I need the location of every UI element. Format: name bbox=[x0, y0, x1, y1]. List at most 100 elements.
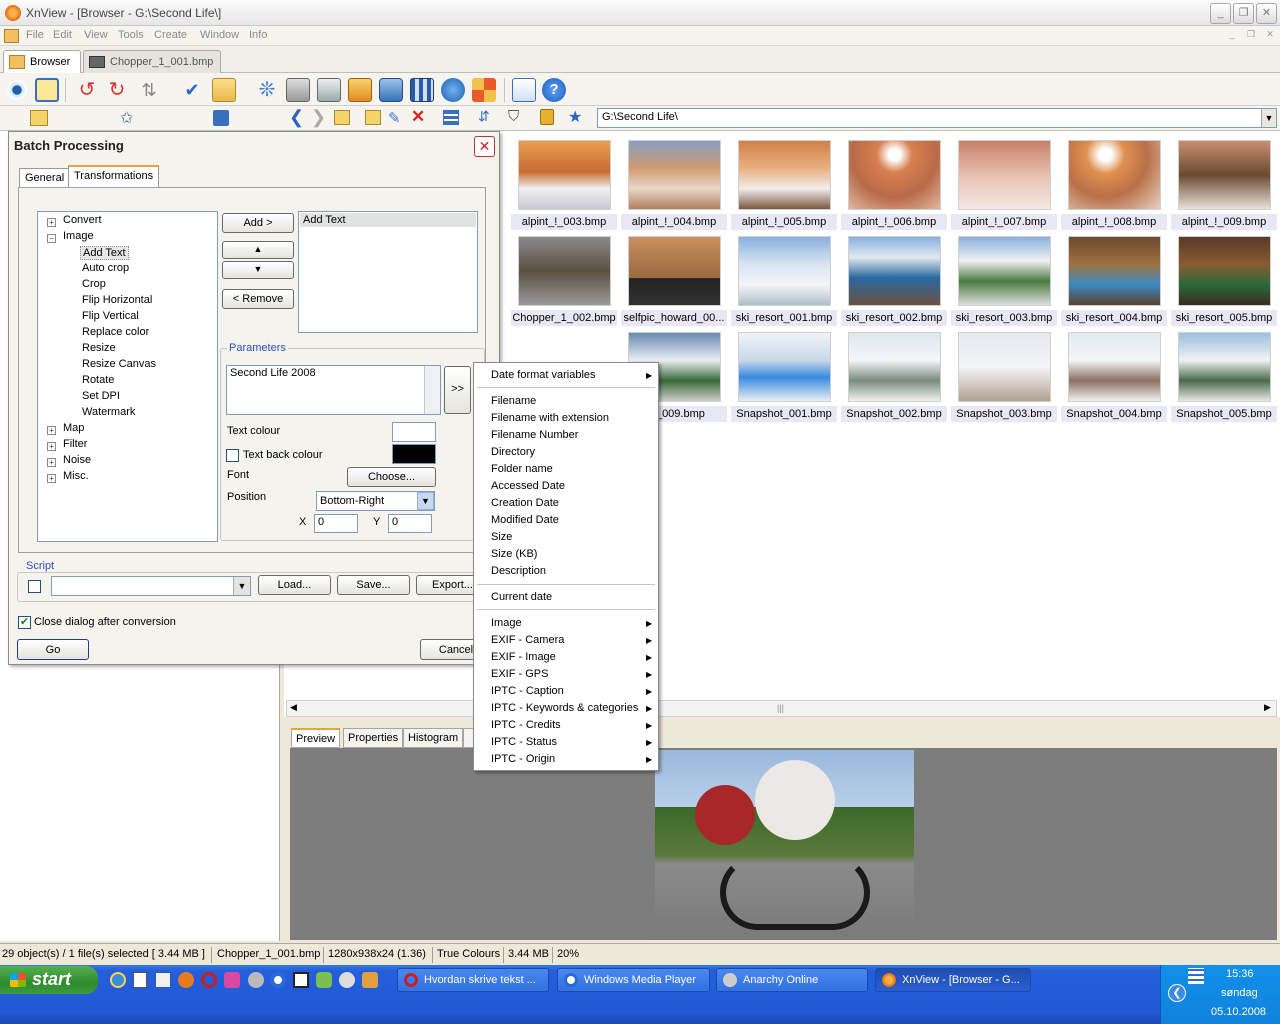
rotate-left-icon[interactable]: ↺ bbox=[75, 78, 99, 102]
scroll-right-arrow-icon[interactable]: ▶ bbox=[1264, 702, 1271, 713]
maximize-button[interactable]: ❐ bbox=[1233, 3, 1254, 24]
convert-icon[interactable]: ⇅ bbox=[137, 78, 161, 102]
lock-icon[interactable] bbox=[540, 109, 554, 125]
thumbnail[interactable]: ski_resort_001.bmp bbox=[731, 236, 837, 328]
categories-panel-icon[interactable] bbox=[213, 110, 229, 126]
scanner-icon[interactable] bbox=[317, 78, 341, 102]
thumbnail[interactable]: alpint_!_008.bmp bbox=[1061, 140, 1167, 232]
parent-folder-icon[interactable] bbox=[334, 110, 350, 125]
quicklaunch-editor-icon[interactable] bbox=[155, 972, 171, 988]
menu-tools[interactable]: Tools bbox=[118, 29, 144, 41]
start-button[interactable]: start bbox=[0, 966, 98, 994]
mdi-restore-button[interactable]: ❐ bbox=[1244, 29, 1258, 42]
mdi-minimize-button[interactable]: _ bbox=[1225, 29, 1239, 42]
menu-item-folder-name[interactable]: Folder name bbox=[491, 463, 553, 475]
tag-icon[interactable]: ✔ bbox=[180, 78, 204, 102]
move-down-button[interactable]: ▼ bbox=[222, 261, 294, 279]
filmstrip-icon[interactable] bbox=[410, 78, 434, 102]
address-input[interactable]: G:\Second Life\ bbox=[597, 108, 1277, 128]
menu-item-exif-gps[interactable]: EXIF - GPS bbox=[491, 668, 548, 680]
star-icon[interactable]: ★ bbox=[568, 107, 582, 127]
position-dropdown-arrow-icon[interactable]: ▼ bbox=[417, 492, 434, 510]
text-back-colour-swatch[interactable] bbox=[392, 444, 436, 464]
quicklaunch-app-icon[interactable] bbox=[224, 972, 240, 988]
scroll-left-arrow-icon[interactable]: ◀ bbox=[290, 702, 297, 713]
tree-item-replace-color[interactable]: Replace color bbox=[82, 326, 149, 338]
minimize-button[interactable]: _ bbox=[1210, 3, 1231, 24]
tree-item-image[interactable]: Image bbox=[63, 230, 94, 242]
script-select[interactable] bbox=[51, 576, 251, 596]
quicklaunch-game-icon[interactable] bbox=[362, 972, 378, 988]
thumbnail[interactable]: ski_resort_005.bmp bbox=[1171, 236, 1277, 328]
tree-item-resize-canvas[interactable]: Resize Canvas bbox=[82, 358, 156, 370]
quicklaunch-settings-icon[interactable] bbox=[248, 972, 264, 988]
expand-filter-icon[interactable]: + bbox=[47, 442, 56, 451]
menu-item-size[interactable]: Size bbox=[491, 531, 512, 543]
menu-item-image[interactable]: Image bbox=[491, 617, 522, 629]
tree-item-flip-horizontal[interactable]: Flip Horizontal bbox=[82, 294, 152, 306]
tab-properties[interactable]: Properties bbox=[343, 728, 404, 748]
menu-item-exif-camera[interactable]: EXIF - Camera bbox=[491, 634, 564, 646]
expand-misc-icon[interactable]: + bbox=[47, 474, 56, 483]
close-after-conversion-checkbox[interactable]: ✔ bbox=[18, 616, 31, 629]
expand-convert-icon[interactable]: + bbox=[47, 218, 56, 227]
taskbar-button-xnview[interactable]: XnView - [Browser - G... bbox=[875, 968, 1031, 992]
list-item[interactable]: Add Text bbox=[300, 213, 476, 227]
camera-icon[interactable] bbox=[379, 78, 403, 102]
scroll-thumb-grip[interactable]: ||| bbox=[777, 703, 784, 713]
menu-item-accessed-date[interactable]: Accessed Date bbox=[491, 480, 565, 492]
added-transformations-list[interactable]: Add Text bbox=[298, 211, 478, 333]
tree-item-noise[interactable]: Noise bbox=[63, 454, 91, 466]
thumbnail[interactable]: Snapshot_001.bmp bbox=[731, 332, 837, 424]
thumbnail[interactable]: Snapshot_003.bmp bbox=[951, 332, 1057, 424]
new-folder-icon[interactable] bbox=[365, 110, 381, 125]
script-checkbox[interactable] bbox=[28, 580, 41, 593]
load-script-button[interactable]: Load... bbox=[258, 575, 331, 595]
menu-item-iptc-origin[interactable]: IPTC - Origin bbox=[491, 753, 555, 765]
tree-item-rotate[interactable]: Rotate bbox=[82, 374, 114, 386]
insert-variable-button[interactable]: >> bbox=[444, 366, 471, 414]
quicklaunch-notepad-icon[interactable] bbox=[133, 972, 147, 988]
tab-general[interactable]: General bbox=[19, 168, 71, 188]
favorites-panel-icon[interactable]: ✩ bbox=[120, 108, 133, 128]
quicklaunch-ie-icon[interactable] bbox=[110, 972, 126, 988]
eye-icon[interactable] bbox=[5, 78, 29, 102]
clock-time[interactable]: 15:36 bbox=[1226, 968, 1254, 980]
address-dropdown-arrow-icon[interactable]: ▼ bbox=[1261, 109, 1276, 127]
menu-item-size-kb[interactable]: Size (KB) bbox=[491, 548, 537, 560]
text-colour-swatch[interactable] bbox=[392, 422, 436, 442]
thumbnail[interactable]: ski_resort_003.bmp bbox=[951, 236, 1057, 328]
export-icon[interactable] bbox=[348, 78, 372, 102]
quicklaunch-firefox-icon[interactable] bbox=[178, 972, 194, 988]
taskbar-button-browser-doc[interactable]: Hvordan skrive tekst ... bbox=[397, 968, 549, 992]
taskbar-button-anarchy-online[interactable]: Anarchy Online bbox=[716, 968, 868, 992]
quicklaunch-opera-icon[interactable] bbox=[201, 972, 217, 988]
menu-item-modified-date[interactable]: Modified Date bbox=[491, 514, 559, 526]
quicklaunch-media-icon[interactable] bbox=[270, 972, 286, 988]
menu-edit[interactable]: Edit bbox=[53, 29, 72, 41]
mdi-close-button[interactable]: ✕ bbox=[1263, 29, 1277, 42]
thumbnail[interactable]: alpint_!_009.bmp bbox=[1171, 140, 1277, 232]
tab-preview[interactable]: Preview bbox=[291, 728, 341, 748]
text-input[interactable]: Second Life 2008 bbox=[226, 365, 441, 415]
delete-icon[interactable]: ✕ bbox=[411, 107, 425, 127]
browse-icon[interactable] bbox=[35, 78, 59, 102]
forward-arrow-icon[interactable]: ❯ bbox=[311, 107, 326, 128]
menu-create[interactable]: Create bbox=[154, 29, 187, 41]
tree-item-convert[interactable]: Convert bbox=[63, 214, 102, 226]
menu-info[interactable]: Info bbox=[249, 29, 267, 41]
menu-item-filename[interactable]: Filename bbox=[491, 395, 536, 407]
tray-expand-icon[interactable]: ❮ bbox=[1168, 984, 1186, 1002]
thumbnail[interactable]: alpint_!_005.bmp bbox=[731, 140, 837, 232]
thumbnail[interactable]: selfpic_howard_00... bbox=[621, 236, 727, 328]
thumbnail[interactable]: ski_resort_004.bmp bbox=[1061, 236, 1167, 328]
tiles-icon[interactable] bbox=[472, 78, 496, 102]
expand-map-icon[interactable]: + bbox=[47, 426, 56, 435]
thumbnail[interactable]: Snapshot_004.bmp bbox=[1061, 332, 1167, 424]
thumbnail[interactable]: Chopper_1_002.bmp bbox=[511, 236, 617, 328]
menu-item-iptc-keywords[interactable]: IPTC - Keywords & categories bbox=[491, 702, 638, 714]
taskbar-button-media-player[interactable]: Windows Media Player bbox=[557, 968, 710, 992]
expand-noise-icon[interactable]: + bbox=[47, 458, 56, 467]
globe-icon[interactable] bbox=[441, 78, 465, 102]
text-scrollbar[interactable] bbox=[424, 366, 440, 414]
